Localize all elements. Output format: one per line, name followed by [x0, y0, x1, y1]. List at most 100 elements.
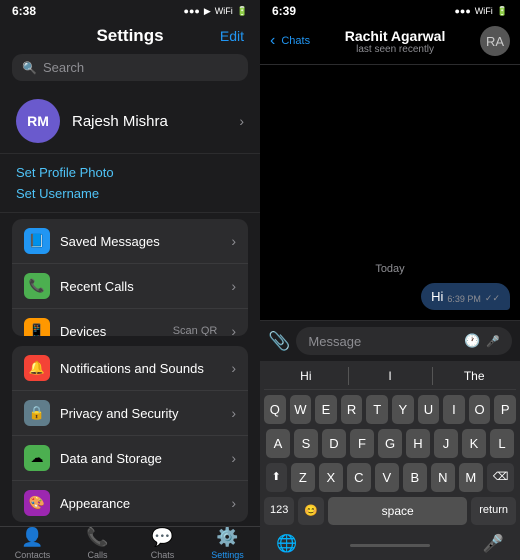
- input-right-icons: 🕐 🎤: [464, 333, 500, 349]
- contact-avatar[interactable]: RA: [480, 26, 510, 56]
- back-button[interactable]: ‹: [270, 32, 275, 50]
- profile-name: Rajesh Mishra: [72, 113, 239, 130]
- tab-settings[interactable]: ⚙️ Settings: [195, 527, 260, 560]
- profile-links: Set Profile Photo Set Username: [0, 154, 260, 213]
- input-placeholder: Message: [308, 334, 361, 349]
- contact-status: last seen recently: [356, 44, 434, 55]
- saved-messages-icon: 📘: [24, 228, 50, 254]
- key-y[interactable]: Y: [392, 395, 414, 424]
- key-q[interactable]: Q: [264, 395, 286, 424]
- menu-item-devices[interactable]: 📱 Devices Scan QR ›: [12, 309, 248, 336]
- mic-bottom-icon[interactable]: 🎤: [483, 534, 504, 554]
- menu-item-privacy[interactable]: 🔒 Privacy and Security ›: [12, 391, 248, 436]
- tab-chats[interactable]: 💬 Chats: [130, 527, 195, 560]
- key-e[interactable]: E: [315, 395, 337, 424]
- menu-item-appearance[interactable]: 🎨 Appearance ›: [12, 481, 248, 522]
- key-a[interactable]: A: [266, 429, 290, 458]
- menu-item-data-storage[interactable]: ☁ Data and Storage ›: [12, 436, 248, 481]
- menu-item-recent-calls[interactable]: 📞 Recent Calls ›: [12, 264, 248, 309]
- clock-icon: 🕐: [464, 333, 480, 349]
- time-left: 6:38: [12, 4, 36, 18]
- space-key[interactable]: space: [328, 497, 467, 525]
- attach-icon[interactable]: 📎: [268, 331, 290, 352]
- quick-word-hi[interactable]: Hi: [264, 367, 348, 385]
- tab-calls[interactable]: 📞 Calls: [65, 527, 130, 560]
- globe-icon[interactable]: 🌐: [276, 534, 297, 554]
- chevron-icon: ›: [231, 233, 236, 249]
- key-p[interactable]: P: [494, 395, 516, 424]
- search-placeholder: Search: [43, 60, 84, 75]
- recent-calls-icon: 📞: [24, 273, 50, 299]
- chat-header: ‹ Chats Rachit Agarwal last seen recentl…: [260, 22, 520, 65]
- profile-section[interactable]: RM Rajesh Mishra ›: [0, 89, 260, 154]
- menu-section-2: 🔔 Notifications and Sounds › 🔒 Privacy a…: [12, 346, 248, 522]
- key-t[interactable]: T: [366, 395, 388, 424]
- keyboard-row-3: ⬆ Z X C V B N M ⌫: [264, 463, 516, 492]
- mic-icon: 🎤: [486, 335, 500, 348]
- saved-messages-label: Saved Messages: [60, 234, 221, 249]
- num-key[interactable]: 123: [264, 497, 294, 525]
- chevron-icon: ›: [231, 495, 236, 511]
- data-storage-icon: ☁: [24, 445, 50, 471]
- key-n[interactable]: N: [431, 463, 455, 492]
- appearance-label: Appearance: [60, 496, 221, 511]
- quick-word-the[interactable]: The: [432, 367, 516, 385]
- contacts-tab-icon: 👤: [21, 527, 43, 548]
- key-h[interactable]: H: [406, 429, 430, 458]
- recent-calls-label: Recent Calls: [60, 279, 221, 294]
- calls-tab-icon: 📞: [86, 527, 108, 548]
- key-m[interactable]: M: [459, 463, 483, 492]
- contact-name: Rachit Agarwal: [345, 28, 446, 44]
- menu-section-1: 📘 Saved Messages › 📞 Recent Calls › 📱 De…: [12, 219, 248, 336]
- status-icons-left: ●●● ▶ WiFi 🔋: [184, 6, 248, 17]
- key-w[interactable]: W: [290, 395, 312, 424]
- key-o[interactable]: O: [469, 395, 491, 424]
- chats-tab-icon: 💬: [151, 527, 173, 548]
- devices-badge: Scan QR: [173, 325, 218, 336]
- privacy-label: Privacy and Security: [60, 406, 221, 421]
- key-b[interactable]: B: [403, 463, 427, 492]
- key-k[interactable]: K: [462, 429, 486, 458]
- message-time: 6:39 PM: [447, 294, 481, 304]
- devices-icon: 📱: [24, 318, 50, 336]
- menu-item-notifications[interactable]: 🔔 Notifications and Sounds ›: [12, 346, 248, 391]
- tab-contacts[interactable]: 👤 Contacts: [0, 527, 65, 560]
- key-c[interactable]: C: [347, 463, 371, 492]
- key-g[interactable]: G: [378, 429, 402, 458]
- edit-button[interactable]: Edit: [168, 28, 244, 44]
- chevron-icon: ›: [231, 323, 236, 336]
- set-profile-photo-link[interactable]: Set Profile Photo: [16, 162, 244, 183]
- chat-messages: Today Hi 6:39 PM ✓✓: [260, 65, 520, 320]
- quick-word-i[interactable]: I: [348, 367, 432, 385]
- avatar: RM: [16, 99, 60, 143]
- key-f[interactable]: F: [350, 429, 374, 458]
- key-s[interactable]: S: [294, 429, 318, 458]
- emoji-key[interactable]: 😊: [298, 497, 324, 525]
- key-r[interactable]: R: [341, 395, 363, 424]
- appearance-icon: 🎨: [24, 490, 50, 516]
- key-u[interactable]: U: [418, 395, 440, 424]
- keyboard-row-4: 123 😊 space return: [264, 497, 516, 525]
- backspace-key[interactable]: ⌫: [487, 463, 515, 492]
- contacts-tab-label: Contacts: [15, 550, 51, 560]
- back-label[interactable]: Chats: [281, 35, 310, 47]
- key-z[interactable]: Z: [291, 463, 315, 492]
- message-input[interactable]: Message 🕐 🎤: [296, 327, 512, 355]
- menu-item-saved-messages[interactable]: 📘 Saved Messages ›: [12, 219, 248, 264]
- shift-key[interactable]: ⬆: [266, 463, 287, 492]
- devices-label: Devices: [60, 324, 163, 337]
- tab-bar: 👤 Contacts 📞 Calls 💬 Chats ⚙️ Settings: [0, 526, 260, 560]
- chat-header-info: Rachit Agarwal last seen recently: [316, 28, 474, 55]
- key-x[interactable]: X: [319, 463, 343, 492]
- key-i[interactable]: I: [443, 395, 465, 424]
- key-j[interactable]: J: [434, 429, 458, 458]
- data-storage-label: Data and Storage: [60, 451, 221, 466]
- return-key[interactable]: return: [471, 497, 516, 525]
- set-username-link[interactable]: Set Username: [16, 183, 244, 204]
- key-l[interactable]: L: [490, 429, 514, 458]
- bottom-bar: 🌐 🎤: [264, 530, 516, 556]
- key-d[interactable]: D: [322, 429, 346, 458]
- key-v[interactable]: V: [375, 463, 399, 492]
- chevron-icon: ›: [231, 450, 236, 466]
- search-bar[interactable]: 🔍 Search: [12, 54, 248, 81]
